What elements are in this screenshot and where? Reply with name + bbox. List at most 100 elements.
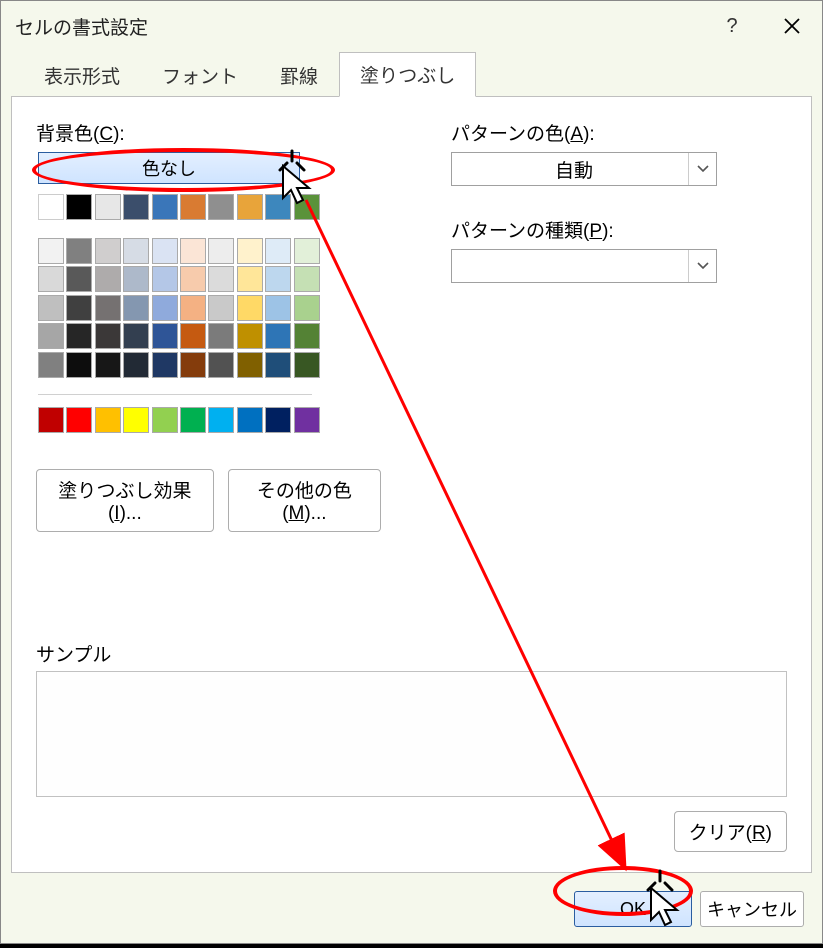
color-swatch[interactable] [294,238,320,264]
color-swatch[interactable] [294,407,320,433]
color-swatch[interactable] [208,295,234,321]
color-swatch[interactable] [265,323,291,349]
color-swatch[interactable] [38,323,64,349]
tabstrip: 表示形式 フォント 罫線 塗りつぶし [1,51,822,96]
color-swatch[interactable] [180,352,206,378]
tab-number-format[interactable]: 表示形式 [23,53,141,97]
dialog-footer: OK キャンセル [1,883,822,943]
tab-border[interactable]: 罫線 [259,53,339,97]
more-colors-button[interactable]: その他の色(M)... [228,469,381,532]
color-swatch[interactable] [66,323,92,349]
color-swatch[interactable] [38,238,64,264]
color-swatch[interactable] [123,266,149,292]
color-swatch[interactable] [208,266,234,292]
color-swatch[interactable] [294,194,320,220]
sample-label: サンプル [36,640,787,667]
color-swatch[interactable] [152,266,178,292]
color-swatch[interactable] [208,194,234,220]
color-swatch[interactable] [237,194,263,220]
color-swatch[interactable] [237,295,263,321]
clear-button[interactable]: クリア(R) [674,811,787,852]
color-swatch[interactable] [265,407,291,433]
color-swatch[interactable] [38,266,64,292]
color-swatch[interactable] [237,238,263,264]
color-swatch[interactable] [66,238,92,264]
color-swatch[interactable] [180,238,206,264]
color-swatch[interactable] [237,407,263,433]
bottom-border [0,944,823,948]
color-swatch[interactable] [152,194,178,220]
color-swatch[interactable] [152,352,178,378]
color-swatch[interactable] [294,266,320,292]
color-swatch[interactable] [38,194,64,220]
cancel-button[interactable]: キャンセル [700,891,804,927]
color-swatch[interactable] [265,266,291,292]
color-swatch[interactable] [180,194,206,220]
background-color-label: 背景色(C): [36,119,381,146]
color-swatch[interactable] [123,295,149,321]
color-swatch[interactable] [66,266,92,292]
color-swatch[interactable] [237,266,263,292]
color-swatch[interactable] [66,194,92,220]
background-color-section: 背景色(C): 色なし 塗りつぶし効果(I)... その他の色(M)... [36,119,381,532]
color-swatch[interactable] [66,295,92,321]
color-swatch[interactable] [265,238,291,264]
pattern-color-value: 自動 [460,156,688,183]
color-swatch[interactable] [265,295,291,321]
color-swatch[interactable] [294,295,320,321]
color-swatch[interactable] [95,352,121,378]
color-swatch[interactable] [95,266,121,292]
theme-color-row [38,194,381,220]
chevron-down-icon [688,153,716,185]
color-swatch[interactable] [95,295,121,321]
color-swatch[interactable] [180,266,206,292]
color-swatch[interactable] [294,352,320,378]
color-swatch[interactable] [237,323,263,349]
color-swatch[interactable] [265,352,291,378]
color-swatch[interactable] [123,407,149,433]
color-swatch[interactable] [38,295,64,321]
no-color-button[interactable]: 色なし [38,152,300,184]
color-swatch[interactable] [180,323,206,349]
color-swatch[interactable] [208,407,234,433]
ok-button[interactable]: OK [574,891,692,927]
color-swatch[interactable] [265,194,291,220]
color-swatch[interactable] [38,352,64,378]
color-swatch[interactable] [123,194,149,220]
color-swatch[interactable] [123,238,149,264]
color-swatch[interactable] [180,407,206,433]
theme-color-grid [38,238,381,378]
color-swatch[interactable] [152,295,178,321]
color-swatch[interactable] [95,323,121,349]
color-swatch[interactable] [123,323,149,349]
format-cells-dialog: セルの書式設定 ? 表示形式 フォント 罫線 塗りつぶし 背景色(C): 色なし [0,0,823,944]
standard-color-row [38,407,381,433]
color-swatch[interactable] [66,352,92,378]
color-swatch[interactable] [66,407,92,433]
color-swatch[interactable] [208,352,234,378]
pattern-kind-label: パターンの種類(P): [451,216,787,243]
color-swatch[interactable] [208,323,234,349]
tab-font[interactable]: フォント [141,53,259,97]
color-swatch[interactable] [95,194,121,220]
pattern-color-dropdown[interactable]: 自動 [451,152,717,186]
color-swatch[interactable] [294,323,320,349]
help-icon[interactable]: ? [712,6,752,46]
color-swatch[interactable] [123,352,149,378]
pattern-color-section: パターンの色(A): 自動 [451,119,787,186]
color-swatch[interactable] [38,407,64,433]
color-swatch[interactable] [152,238,178,264]
pattern-kind-dropdown[interactable] [451,249,717,283]
color-swatch[interactable] [208,238,234,264]
color-swatch[interactable] [95,407,121,433]
sample-preview [36,671,787,797]
color-swatch[interactable] [180,295,206,321]
close-icon[interactable] [772,6,812,46]
color-swatch[interactable] [237,352,263,378]
tab-fill[interactable]: 塗りつぶし [339,52,476,97]
color-swatch[interactable] [95,238,121,264]
color-swatch[interactable] [152,323,178,349]
color-swatch[interactable] [152,407,178,433]
divider [38,394,312,395]
fill-effects-button[interactable]: 塗りつぶし効果(I)... [36,469,214,532]
